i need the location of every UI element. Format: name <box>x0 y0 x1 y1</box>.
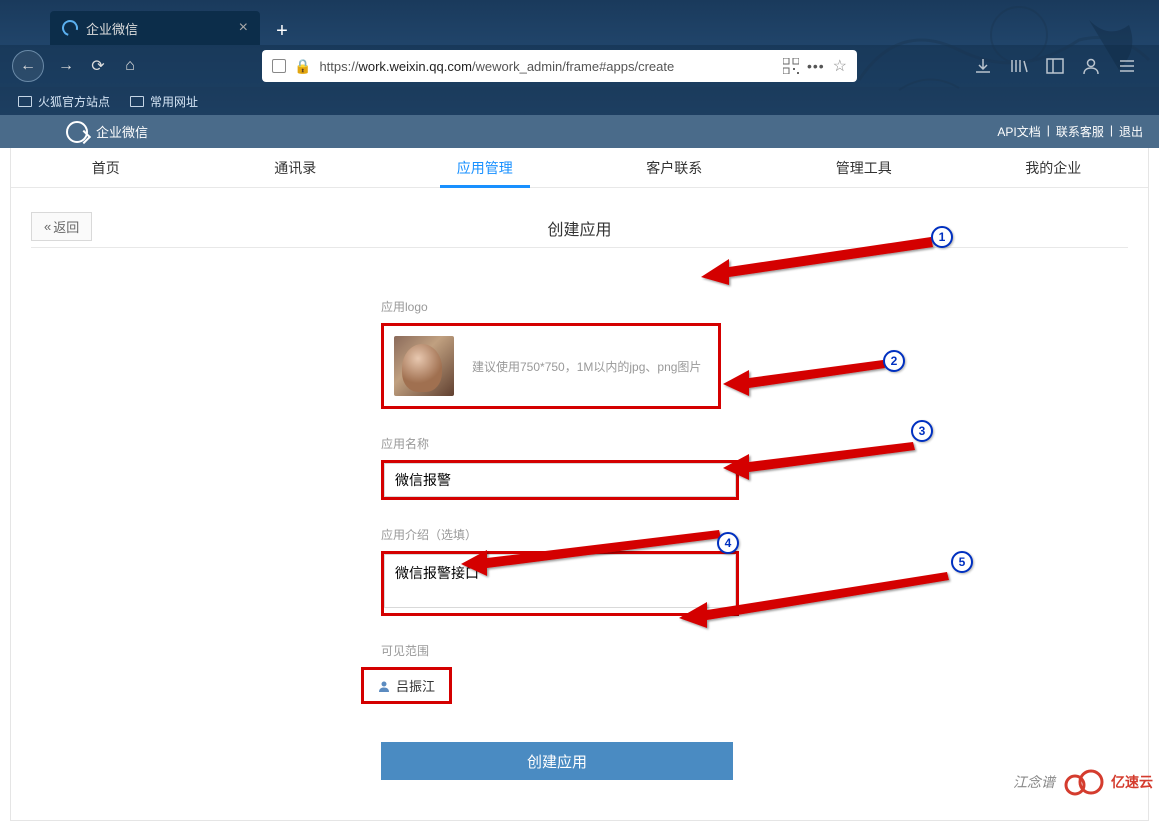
back-button[interactable]: «返回 <box>31 212 92 241</box>
tab-close-icon[interactable]: × <box>239 19 248 37</box>
qr-icon[interactable] <box>783 58 799 74</box>
home-button[interactable]: ⌂ <box>120 56 140 76</box>
reload-button[interactable]: ⟳ <box>88 56 108 76</box>
back-label: 返回 <box>53 217 79 236</box>
logo-preview <box>394 336 454 396</box>
scope-member-name: 吕振江 <box>396 676 435 695</box>
nav-tab-customer[interactable]: 客户联系 <box>580 148 770 187</box>
page-content: «返回 创建应用 应用logo 建议使用750*750，1M以内的jpg、png… <box>11 188 1148 820</box>
watermark-text: 江念谱 <box>1013 772 1055 792</box>
nav-back-button[interactable]: ← <box>12 50 44 82</box>
bookmark-label: 常用网址 <box>150 93 198 110</box>
tab-strip: 企业微信 × + <box>0 0 1159 45</box>
field-label: 应用介绍（选填） <box>381 526 741 543</box>
nav-forward-button[interactable]: → <box>56 56 76 76</box>
app-brand[interactable]: 企业微信 <box>66 121 148 143</box>
folder-icon <box>130 96 144 107</box>
nav-tab-apps[interactable]: 应用管理 <box>390 148 580 187</box>
field-label: 应用名称 <box>381 435 741 452</box>
annotation-badge-5: 5 <box>951 551 973 573</box>
field-label: 可见范围 <box>381 642 741 659</box>
header-link-logout[interactable]: 退出 <box>1119 123 1143 140</box>
menu-icon[interactable] <box>1117 57 1137 75</box>
library-icon[interactable] <box>1009 57 1029 75</box>
page-title: 创建应用 <box>547 216 611 240</box>
header-link-support[interactable]: 联系客服 <box>1056 123 1104 140</box>
sidebar-icon[interactable] <box>1045 57 1065 75</box>
lock-icon: 🔒 <box>294 58 311 75</box>
logo-upload-area[interactable]: 建议使用750*750，1M以内的jpg、png图片 <box>381 323 721 409</box>
folder-icon <box>18 96 32 107</box>
nav-tab-home[interactable]: 首页 <box>11 148 201 187</box>
watermark: 江念谱 亿速云 <box>1013 767 1153 797</box>
browser-chrome: 企业微信 × + ← → ⟳ ⌂ 🔒 https://work.weixin.q… <box>0 0 1159 115</box>
main-nav: 首页 通讯录 应用管理 客户联系 管理工具 我的企业 <box>11 148 1148 188</box>
nav-tab-company[interactable]: 我的企业 <box>959 148 1149 187</box>
app-brand-text: 企业微信 <box>96 122 148 141</box>
annotation-arrow-3 <box>723 440 933 480</box>
annotation-arrow-2 <box>723 356 903 396</box>
chevron-left-icon: « <box>44 219 51 234</box>
bookmark-item[interactable]: 常用网址 <box>130 93 198 110</box>
bookmark-label: 火狐官方站点 <box>38 93 110 110</box>
app-desc-input[interactable]: 微信报警接口 <box>384 554 736 608</box>
browser-tab-active[interactable]: 企业微信 × <box>50 11 260 45</box>
field-scope: 可见范围 吕振江 <box>381 642 741 704</box>
header-links: API文档| 联系客服| 退出 <box>997 123 1143 140</box>
annotation-badge-2: 2 <box>883 350 905 372</box>
field-logo: 应用logo 建议使用750*750，1M以内的jpg、png图片 <box>381 298 741 409</box>
watermark-brand: 亿速云 <box>1111 772 1153 792</box>
app-header: 企业微信 API文档| 联系客服| 退出 <box>0 115 1159 148</box>
header-link-api[interactable]: API文档 <box>997 123 1040 140</box>
address-bar[interactable]: 🔒 https://work.weixin.qq.com/wework_admi… <box>262 50 857 82</box>
new-tab-button[interactable]: + <box>268 17 296 45</box>
field-name: 应用名称 <box>381 435 741 500</box>
logo-hint: 建议使用750*750，1M以内的jpg、png图片 <box>472 358 701 375</box>
annotation-badge-3: 3 <box>911 420 933 442</box>
field-desc: 应用介绍（选填） 微信报警接口 <box>381 526 741 616</box>
bookmark-item[interactable]: 火狐官方站点 <box>18 93 110 110</box>
create-app-form: 应用logo 建议使用750*750，1M以内的jpg、png图片 应用名称 应… <box>381 298 741 780</box>
app-name-input[interactable] <box>384 463 736 497</box>
tab-favicon <box>59 17 81 39</box>
shield-icon <box>272 59 286 73</box>
create-app-button[interactable]: 创建应用 <box>381 742 733 780</box>
download-icon[interactable] <box>973 57 993 75</box>
nav-tab-tools[interactable]: 管理工具 <box>769 148 959 187</box>
page-actions-icon[interactable]: ••• <box>807 58 825 74</box>
watermark-brand-icon <box>1061 767 1105 797</box>
person-icon <box>378 680 390 692</box>
nav-tab-contacts[interactable]: 通讯录 <box>201 148 391 187</box>
arrow-left-icon: ← <box>20 57 36 75</box>
account-icon[interactable] <box>1081 57 1101 75</box>
url-text: https://work.weixin.qq.com/wework_admin/… <box>319 59 775 74</box>
field-label: 应用logo <box>381 298 741 315</box>
tab-title: 企业微信 <box>86 19 138 38</box>
wechat-work-icon <box>66 121 88 143</box>
page-header-row: «返回 创建应用 <box>31 208 1128 248</box>
scope-member-chip[interactable]: 吕振江 <box>361 667 452 704</box>
